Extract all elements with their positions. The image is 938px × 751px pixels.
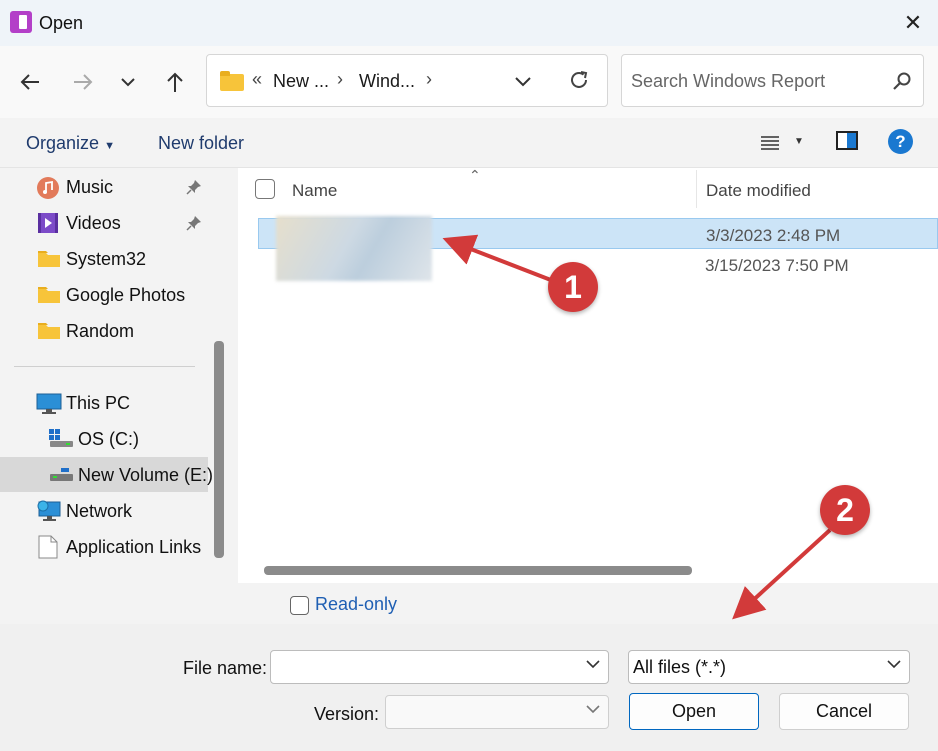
music-icon [37, 177, 59, 199]
sidebar-item-application-links[interactable]: Application Links [0, 529, 208, 564]
address-bar[interactable]: « New ... › Wind... › [206, 54, 608, 107]
up-button[interactable] [157, 66, 193, 98]
help-icon[interactable]: ? [888, 129, 913, 154]
sort-ascending-icon: ⌃ [469, 167, 481, 183]
sidebar-item-random[interactable]: Random [0, 313, 208, 348]
column-header-date-modified[interactable]: Date modified [706, 181, 811, 201]
recent-locations-button[interactable] [110, 66, 146, 98]
sidebar-item-label: Google Photos [66, 285, 186, 305]
breadcrumb-new[interactable]: New ... [273, 71, 329, 92]
file-type-select[interactable]: All files (*.*) [628, 650, 910, 684]
preview-pane-icon[interactable] [836, 131, 858, 150]
sidebar-item-label: Network [66, 501, 133, 521]
sidebar-item-label: Application Links [66, 537, 202, 557]
back-button[interactable] [12, 66, 48, 98]
refresh-icon[interactable] [568, 69, 590, 91]
caret-down-icon: ▼ [104, 140, 115, 152]
sidebar-item-network[interactable]: Network [0, 493, 208, 528]
document-icon [38, 535, 58, 559]
annotation-badge-1: 1 [548, 262, 598, 312]
folder-icon [38, 287, 60, 303]
navigation-bar: « New ... › Wind... › [0, 46, 938, 118]
file-name-label: File name: [183, 658, 268, 678]
folder-icon [220, 71, 244, 91]
organize-button[interactable]: Organize ▼ [26, 133, 115, 154]
forward-button[interactable] [65, 66, 101, 98]
app-icon [10, 11, 32, 33]
videos-icon [38, 213, 58, 233]
window-title: Open [39, 13, 84, 33]
sidebar-item-label: Music [66, 177, 114, 197]
view-dropdown-icon[interactable]: ▼ [794, 136, 804, 147]
address-dropdown-icon[interactable] [514, 76, 532, 87]
pin-icon[interactable] [186, 179, 202, 195]
sidebar-item-label: System32 [66, 249, 147, 269]
dialog-footer: File name: All files (*.*) Version: Open… [0, 624, 938, 751]
sidebar-item-label: New Volume (E:) [78, 465, 214, 485]
version-label: Version: [314, 704, 380, 724]
command-bar: Organize ▼ New folder ▼ ? [0, 118, 938, 168]
drive-icon [50, 468, 73, 481]
pin-icon[interactable] [186, 215, 202, 231]
cancel-button[interactable]: Cancel [779, 693, 909, 730]
navigation-pane: Music Videos System32 Google Photos Rand… [0, 168, 228, 583]
overflow-indicator[interactable]: « [252, 69, 262, 90]
search-box[interactable] [621, 54, 924, 107]
file-date: 3/15/2023 7:50 PM [705, 256, 849, 275]
sidebar-item-music[interactable]: Music [0, 169, 208, 204]
forward-arrow-icon [74, 74, 93, 90]
read-only-checkbox[interactable] [290, 596, 309, 615]
chevron-right-icon[interactable]: › [337, 69, 343, 90]
folder-icon [38, 251, 60, 267]
horizontal-scrollbar-thumb[interactable] [264, 566, 692, 575]
back-arrow-icon [20, 74, 39, 90]
file-type-value: All files (*.*) [633, 657, 727, 677]
blurred-file-name [276, 216, 432, 281]
sidebar-item-os-c[interactable]: OS (C:) [0, 421, 208, 456]
up-arrow-icon [167, 72, 183, 92]
sidebar-item-videos[interactable]: Videos [0, 205, 208, 240]
sidebar-item-label: OS (C:) [78, 429, 139, 449]
sidebar-item-label: This PC [66, 393, 131, 413]
sidebar-item-this-pc[interactable]: This PC [0, 385, 208, 420]
chevron-right-icon[interactable]: › [426, 69, 432, 90]
column-divider[interactable] [696, 170, 697, 208]
read-only-label[interactable]: Read-only [315, 594, 397, 615]
drive-icon [49, 429, 73, 447]
new-folder-button[interactable]: New folder [158, 133, 244, 154]
chevron-down-icon [121, 78, 135, 87]
pc-icon [36, 393, 62, 414]
open-button[interactable]: Open [629, 693, 759, 730]
close-button[interactable]: ✕ [894, 4, 932, 42]
network-icon [37, 500, 61, 521]
chevron-down-icon[interactable] [586, 660, 600, 669]
column-header-name[interactable]: Name [292, 181, 337, 201]
folder-icon [38, 323, 60, 339]
sidebar-item-label: Videos [66, 213, 121, 233]
sidebar-item-new-volume-e[interactable]: New Volume (E:) [0, 457, 213, 492]
options-row: Read-only [0, 583, 938, 624]
organize-label: Organize [26, 133, 100, 153]
chevron-down-icon[interactable] [586, 705, 600, 714]
file-date: 3/3/2023 2:48 PM [706, 226, 841, 245]
view-options-icon[interactable] [760, 135, 780, 151]
chevron-down-icon[interactable] [887, 660, 901, 669]
sidebar-item-google-photos[interactable]: Google Photos [0, 277, 208, 312]
breadcrumb-wind[interactable]: Wind... [359, 71, 415, 92]
sidebar-item-system32[interactable]: System32 [0, 241, 208, 276]
search-icon[interactable] [892, 71, 912, 91]
sidebar-item-label: Random [66, 321, 135, 341]
title-bar: Open ✕ [0, 0, 938, 46]
annotation-badge-2: 2 [820, 485, 870, 535]
select-all-checkbox[interactable] [255, 179, 275, 199]
file-name-input[interactable] [270, 650, 609, 684]
sidebar-scrollbar-thumb[interactable] [214, 341, 224, 558]
search-input[interactable] [631, 69, 881, 93]
sidebar-divider [14, 366, 195, 367]
version-select[interactable] [385, 695, 609, 729]
